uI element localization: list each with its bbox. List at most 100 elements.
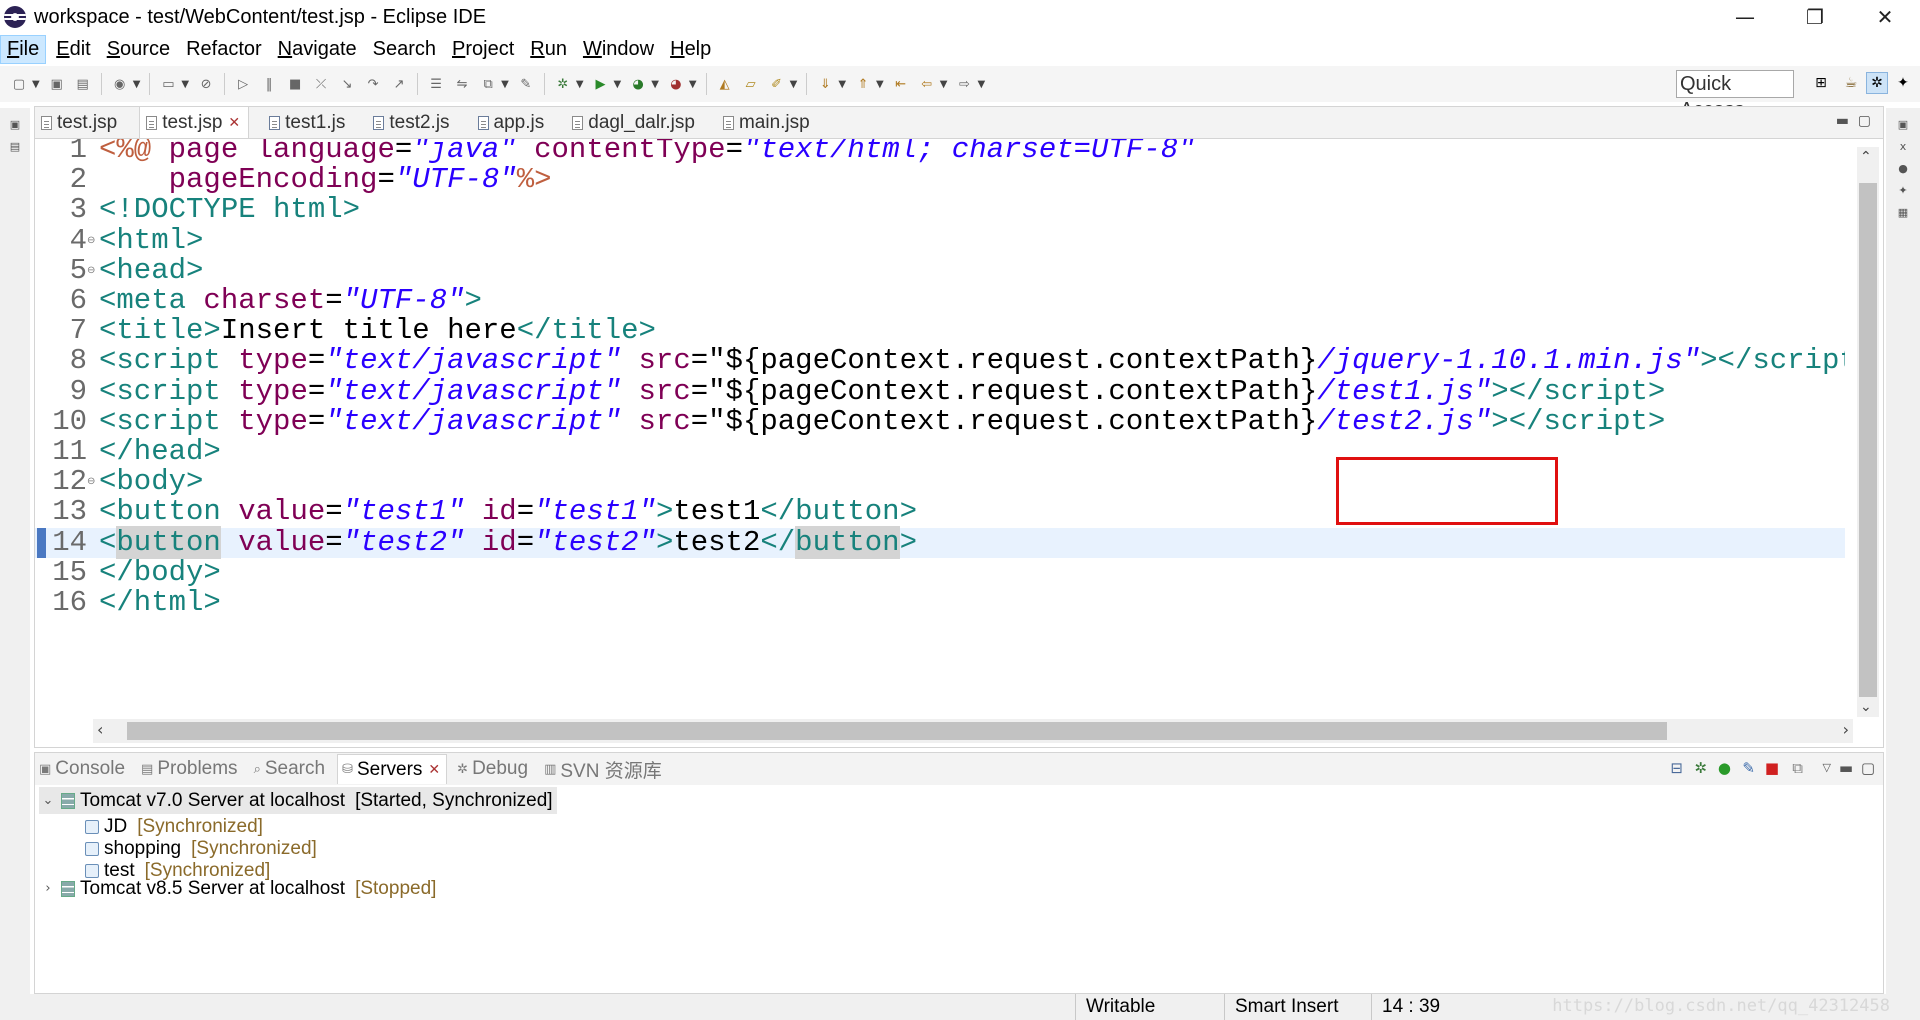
step-into-icon[interactable]: ↘ [338,75,356,93]
editor-tab[interactable]: test.jsp [35,108,125,138]
horizontal-scrollbar[interactable]: ‹ › [93,719,1853,743]
debug-icon[interactable]: ✲ [554,75,572,93]
new-icon[interactable]: ▢ [10,75,28,93]
editor-tab[interactable]: app.js [472,108,553,138]
java-ee-perspective-icon[interactable]: ☕ [1840,72,1862,94]
scroll-up-icon[interactable]: ⌃ [1860,149,1872,165]
start-server-icon[interactable]: ● [1718,759,1731,777]
restore-button[interactable]: ❐ [1780,0,1850,34]
open-console-icon[interactable]: ⧉ [479,75,497,93]
close-tab-icon[interactable]: ✕ [228,115,240,131]
resume-icon[interactable]: ▷ [234,75,252,93]
save-icon[interactable]: ▣ [48,75,66,93]
editor-tab[interactable]: dagl_dalr.jsp [566,108,703,138]
console-dropdown-icon[interactable]: ▼ [501,79,509,90]
code-line[interactable]: 5 ⊖ <head> [35,255,1845,286]
scroll-left-icon[interactable]: ‹ [97,720,103,739]
server-row-tomcat85[interactable]: › Tomcat v8.5 Server at localhost [Stopp… [39,875,436,902]
menu-edit[interactable]: Edit [50,36,96,63]
menu-window[interactable]: Window [577,36,660,63]
next-annotation-icon[interactable]: ⇓ [816,75,834,93]
code-line[interactable]: 3 <!DOCTYPE html> [35,195,1845,225]
code-line[interactable]: 10 <script type="text/javascript" src="${… [35,406,1845,437]
minimize-editor-icon[interactable]: ▬ [1836,113,1849,129]
close-tab-icon[interactable]: ✕ [428,762,440,778]
code-line[interactable]: 8 <script type="text/javascript" src="${p… [35,346,1845,376]
external-tools-dropdown-icon[interactable]: ▼ [689,79,697,90]
server-row-tomcat7[interactable]: ⌄ Tomcat v7.0 Server at localhost [Start… [39,787,557,814]
outline-icon[interactable]: ▦ [1895,204,1911,220]
menu-refactor[interactable]: Refactor [180,36,268,63]
code-line[interactable]: 13 <button value="test1" id="test1">test1… [35,497,1845,527]
back-icon[interactable]: ⇦ [918,75,936,93]
package-explorer-icon[interactable]: ▤ [7,138,23,154]
open-perspective-icon[interactable]: ⊞ [1810,72,1832,94]
code-line[interactable]: 14 <button value="test2" id="test2">test2… [35,525,1845,559]
code-line[interactable]: 11 </head> [35,437,1845,467]
java-perspective-icon[interactable]: ✦ [1892,72,1914,94]
editor-tab[interactable]: test2.js [367,108,457,138]
view-menu-icon[interactable]: ▽ [1823,761,1831,774]
code-line[interactable]: 2 pageEncoding="UTF-8"%> [35,165,1845,195]
fold-toggle-icon[interactable]: ⊖ [87,256,97,286]
collapse-all-icon[interactable]: ⊟ [1670,759,1683,777]
run-icon[interactable]: ▶ [592,75,610,93]
terminate-icon[interactable]: ■ [286,75,304,93]
toggle-word-wrap-icon[interactable]: ☰ [427,75,445,93]
toggle-block-icon[interactable]: ⇋ [453,75,471,93]
step-over-icon[interactable]: ↷ [364,75,382,93]
last-edit-icon[interactable]: ⇤ [892,75,910,93]
minimize-panel-icon[interactable]: ▬ [1839,759,1853,777]
code-line[interactable]: 6 <meta charset="UTF-8"> [35,286,1845,316]
maximize-panel-icon[interactable]: ▢ [1861,759,1875,777]
new-dropdown-icon[interactable]: ▼ [32,79,40,90]
code-line[interactable]: 7 <title>Insert title here</title> [35,316,1845,346]
skip-breakpoints-icon[interactable]: ⊘ [197,75,215,93]
fold-toggle-icon[interactable]: ⊖ [87,467,97,497]
code-line[interactable]: 4 ⊖ <html> [35,225,1845,256]
code-editor[interactable]: 1 <%@ page language="java" contentType="t… [35,139,1845,711]
forward-dropdown-icon[interactable]: ▼ [977,79,985,90]
next-annotation-dropdown-icon[interactable]: ▼ [838,79,846,90]
scroll-right-icon[interactable]: › [1843,720,1849,739]
back-dropdown-icon[interactable]: ▼ [940,79,948,90]
menu-help[interactable]: Help [664,36,717,63]
previous-annotation-icon[interactable]: ⇑ [854,75,872,93]
view-tab-search[interactable]: ⌕ Search [250,754,331,784]
collapse-chevron-icon[interactable]: ⌄ [39,793,57,808]
previous-annotation-dropdown-icon[interactable]: ▼ [876,79,884,90]
publish-icon[interactable]: ⧉ [1792,759,1803,777]
code-line[interactable]: 9 <script type="text/javascript" src="${p… [35,376,1845,407]
profile-server-icon[interactable]: ✎ [1742,759,1755,777]
editor-tab[interactable]: main.jsp [717,108,818,138]
fold-toggle-icon[interactable]: ⊖ [87,226,97,256]
quick-access-input[interactable]: Quick Access [1676,70,1794,121]
view-tab-problems[interactable]: ▤ Problems [137,754,244,784]
editor-tab[interactable]: test.jsp ✕ [139,106,250,138]
scroll-down-icon[interactable]: ⌄ [1860,699,1872,715]
coverage-icon[interactable]: ◕ [629,75,647,93]
menu-search[interactable]: Search [367,36,442,63]
stop-server-icon[interactable]: ■ [1765,759,1779,777]
minimize-button[interactable]: — [1710,0,1780,34]
code-line[interactable]: 1 <%@ page language="java" contentType="t… [35,139,1845,165]
terminal-icon[interactable]: ▭ [159,75,177,93]
view-tab-svn[interactable]: ▥ SVN 资源库 [540,754,668,784]
expressions-icon[interactable]: ✦ [1895,182,1911,198]
debug-perspective-icon[interactable]: ✲ [1866,72,1888,94]
horizontal-scroll-thumb[interactable] [127,722,1667,740]
disconnect-icon[interactable]: ⤫ [312,75,330,93]
view-tab-debug[interactable]: ✲ Debug [453,754,534,784]
step-return-icon[interactable]: ↗ [390,75,408,93]
debug-server-icon[interactable]: ✲ [1694,759,1707,777]
pen-dropdown-icon[interactable]: ▼ [790,79,798,90]
coverage-dropdown-icon[interactable]: ▼ [651,79,659,90]
code-line[interactable]: 12 ⊖ <body> [35,467,1845,497]
terminal-dropdown-icon[interactable]: ▼ [181,79,189,90]
code-line[interactable]: 15 </body> [35,557,1845,588]
suspend-icon[interactable]: ‖ [260,75,278,93]
new-server-icon[interactable]: ◭ [716,75,734,93]
vertical-scrollbar[interactable]: ⌃ ⌄ [1857,147,1879,717]
run-dropdown-icon[interactable]: ▼ [614,79,622,90]
breakpoints-icon[interactable]: ● [1895,160,1911,176]
